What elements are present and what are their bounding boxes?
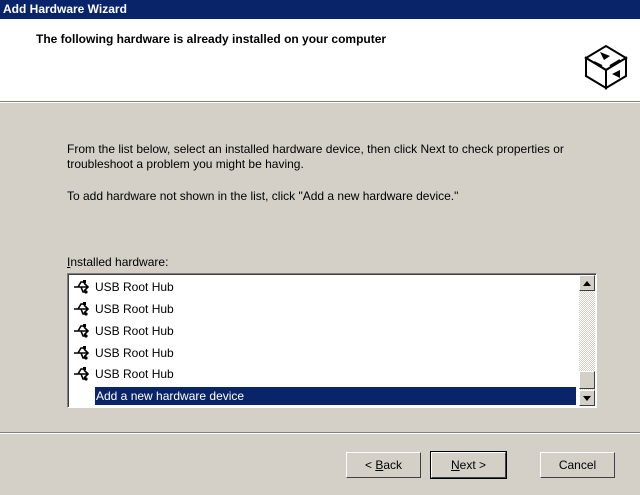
list-item-label: USB Root Hub <box>95 302 174 316</box>
scrollbar-thumb[interactable] <box>579 371 595 389</box>
hardware-wizard-icon <box>580 40 632 92</box>
wizard-header: The following hardware is already instal… <box>0 19 640 101</box>
scroll-up-button[interactable] <box>579 275 595 291</box>
scroll-down-button[interactable] <box>579 390 595 406</box>
arrow-up-icon <box>583 280 591 286</box>
window-title: Add Hardware Wizard <box>3 2 127 16</box>
cancel-button[interactable]: Cancel <box>540 452 615 478</box>
list-item-label: USB Root Hub <box>95 367 174 381</box>
list-item[interactable]: USB Root Hub <box>72 321 174 341</box>
arrow-down-icon <box>583 395 591 401</box>
list-item[interactable]: USB Root Hub <box>72 277 174 297</box>
instruction-text-1: From the list below, select an installed… <box>67 142 564 171</box>
back-button[interactable]: < Back <box>346 452 421 478</box>
header-separator-highlight <box>0 102 640 103</box>
list-item[interactable]: USB Root Hub <box>72 299 174 319</box>
list-item[interactable]: USB Root Hub <box>72 364 174 384</box>
installed-hardware-list[interactable]: USB Root Hub USB Root Hub USB Root Hub U… <box>67 273 597 408</box>
usb-icon <box>74 324 90 338</box>
list-item-label: USB Root Hub <box>95 280 174 294</box>
footer-separator-highlight <box>0 433 640 434</box>
usb-icon <box>74 280 90 294</box>
title-bar[interactable]: Add Hardware Wizard <box>0 0 640 19</box>
usb-icon <box>74 346 90 360</box>
next-button[interactable]: Next > <box>430 451 507 479</box>
list-item-selected[interactable]: Add a new hardware device <box>95 387 576 405</box>
installed-hardware-label: Installed hardware: <box>67 255 169 269</box>
instruction-text-2: To add hardware not shown in the list, c… <box>67 189 459 203</box>
vertical-scrollbar[interactable] <box>579 275 595 406</box>
list-item-label: Add a new hardware device <box>96 389 245 403</box>
header-title: The following hardware is already instal… <box>36 32 387 46</box>
usb-icon <box>74 302 90 316</box>
list-item[interactable]: USB Root Hub <box>72 343 174 363</box>
list-item-label: USB Root Hub <box>95 346 174 360</box>
list-item-label: USB Root Hub <box>95 324 174 338</box>
usb-icon <box>74 367 90 381</box>
